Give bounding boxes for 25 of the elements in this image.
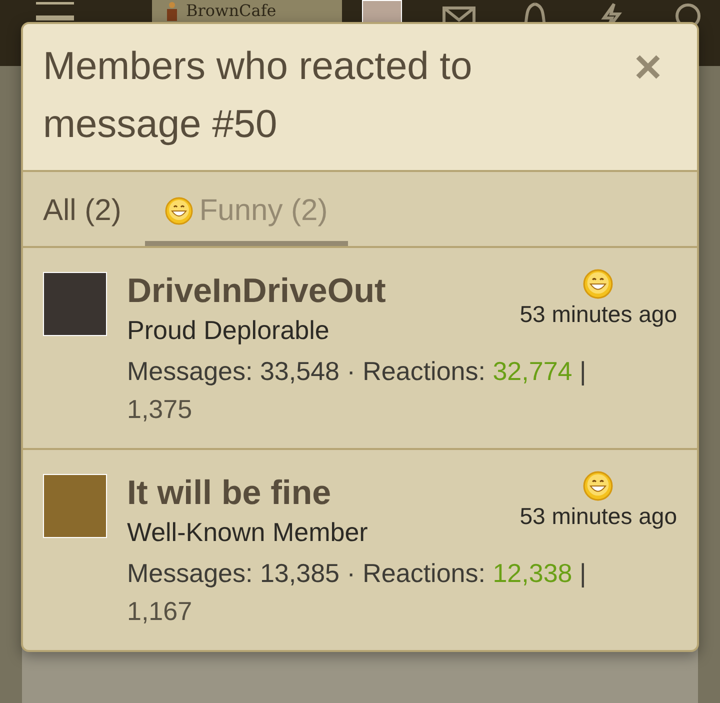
member-title: Well-Known Member bbox=[127, 516, 368, 549]
stats-separator: · bbox=[346, 356, 356, 386]
points-count: 1,167 bbox=[127, 595, 192, 628]
reaction-tab[interactable]: All (2) bbox=[43, 180, 122, 246]
smiley-icon bbox=[165, 196, 194, 224]
reactions-label: Reactions: bbox=[362, 356, 486, 386]
site-logo[interactable]: BrownCafe bbox=[152, 0, 342, 22]
reactions-count: 32,774 bbox=[492, 356, 572, 386]
stats-divider: | bbox=[579, 558, 586, 588]
logo-text: BrownCafe bbox=[186, 1, 276, 21]
reactions-label: Reactions: bbox=[362, 558, 486, 588]
figure-icon bbox=[166, 1, 178, 21]
stats-separator: · bbox=[346, 558, 356, 588]
points-count: 1,375 bbox=[127, 393, 192, 426]
member-avatar[interactable] bbox=[43, 272, 107, 336]
smiley-icon bbox=[583, 471, 614, 501]
messages-count: Messages: 33,548 bbox=[127, 356, 340, 386]
reactions-count: 12,338 bbox=[492, 558, 572, 588]
smiley-icon bbox=[583, 269, 614, 299]
messages-count: Messages: 13,385 bbox=[127, 558, 340, 588]
member-title: Proud Deplorable bbox=[127, 314, 330, 347]
reaction-time: 53 minutes ago bbox=[520, 503, 677, 530]
dialog-title: Members who reacted to message #50 bbox=[43, 44, 474, 148]
reaction-time: 53 minutes ago bbox=[520, 301, 677, 328]
stats-divider: | bbox=[579, 356, 586, 386]
